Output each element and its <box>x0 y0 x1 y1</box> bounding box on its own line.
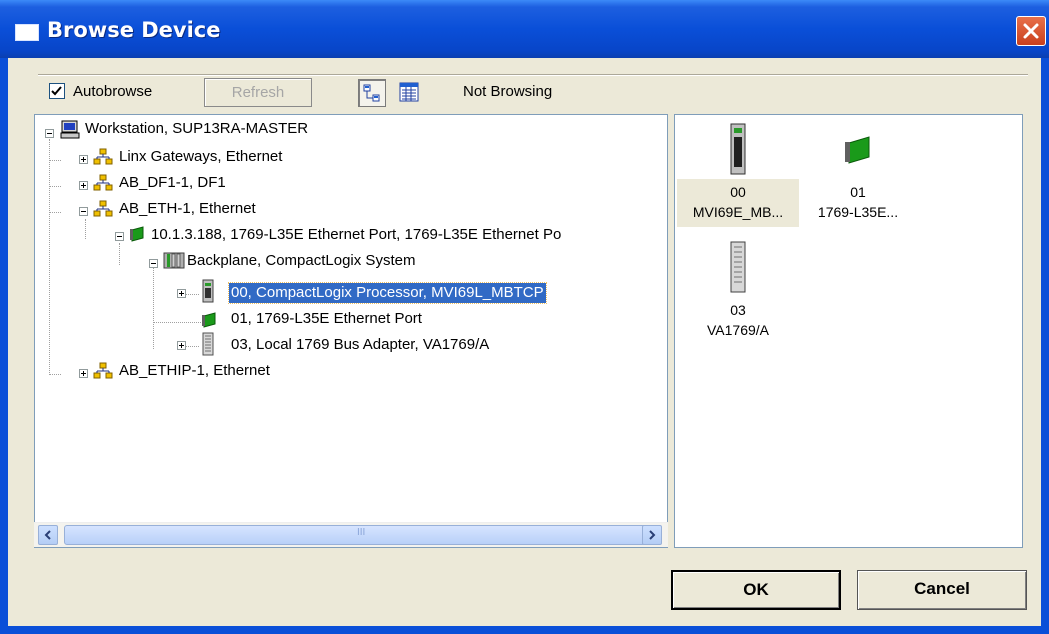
network-icon <box>93 148 113 165</box>
ethernet-card-icon <box>202 312 216 328</box>
tile-slot: 01 <box>850 184 866 200</box>
scroll-thumb[interactable]: III <box>64 525 648 545</box>
ethernet-card-icon <box>845 136 870 164</box>
tree-node-ethernet-port[interactable]: 10.1.3.188, 1769-L35E Ethernet Port, 176… <box>149 225 563 245</box>
checkmark-icon <box>51 86 62 96</box>
tile-slot: 00 <box>730 184 746 200</box>
tree-node-ab-ethip[interactable]: AB_ETHIP-1, Ethernet <box>117 361 272 381</box>
tile-name: VA1769/A <box>706 322 769 338</box>
device-tree[interactable]: Workstation, SUP13RA-MASTER Linx Gateway… <box>34 114 668 548</box>
autobrowse-checkbox[interactable] <box>49 83 65 99</box>
window-frame-left <box>0 58 8 634</box>
cancel-button[interactable]: Cancel <box>857 570 1027 610</box>
close-x-icon <box>1023 23 1039 39</box>
scroll-left-button[interactable] <box>38 525 58 545</box>
tree-node-backplane[interactable]: Backplane, CompactLogix System <box>185 251 417 271</box>
tree-line <box>153 267 154 349</box>
tree-line <box>49 160 61 161</box>
io-module-icon <box>730 241 746 293</box>
tree-line <box>153 322 201 323</box>
device-icon-view[interactable]: 00 MVI69E_MB... 01 1769-L35E... 03 VA176… <box>674 114 1023 548</box>
processor-module-icon <box>730 123 746 175</box>
network-icon <box>93 362 113 379</box>
icon-tile-00[interactable]: 00 MVI69E_MB... <box>677 123 799 229</box>
tree-node-ab-df1[interactable]: AB_DF1-1, DF1 <box>117 173 228 193</box>
scroll-right-button[interactable] <box>642 525 662 545</box>
toolbar-separator <box>38 74 1028 76</box>
list-view-button[interactable] <box>396 79 424 107</box>
expand-toggle[interactable] <box>177 289 186 298</box>
browse-status: Not Browsing <box>463 83 553 100</box>
tree-view-button[interactable] <box>358 79 386 107</box>
tile-name: 1769-L35E... <box>817 204 899 220</box>
tree-line <box>49 139 50 375</box>
ok-button[interactable]: OK <box>671 570 841 610</box>
tree-node-l35e-port[interactable]: 01, 1769-L35E Ethernet Port <box>229 309 424 329</box>
tree-line <box>85 219 86 239</box>
expand-toggle[interactable] <box>177 341 186 350</box>
ethernet-card-icon <box>130 226 144 242</box>
collapse-toggle[interactable] <box>149 259 158 268</box>
tree-node-ab-eth[interactable]: AB_ETH-1, Ethernet <box>117 199 258 219</box>
computer-icon <box>60 120 80 139</box>
scroll-grip: III <box>357 527 366 538</box>
expand-toggle[interactable] <box>79 181 88 190</box>
backplane-icon <box>163 252 185 269</box>
icon-tile-03[interactable]: 03 VA1769/A <box>677 241 799 347</box>
collapse-toggle[interactable] <box>45 129 54 138</box>
window-title: Browse Device <box>47 18 221 42</box>
tree-node-linx-gateways[interactable]: Linx Gateways, Ethernet <box>117 147 284 167</box>
title-bar[interactable]: Browse Device <box>0 0 1049 58</box>
tile-name: MVI69E_MB... <box>692 204 784 220</box>
scroll-left-icon <box>44 530 51 540</box>
tree-node-bus-adapter[interactable]: 03, Local 1769 Bus Adapter, VA1769/A <box>229 335 491 355</box>
tree-view-icon <box>363 84 380 102</box>
network-icon <box>93 174 113 191</box>
collapse-toggle[interactable] <box>115 232 124 241</box>
list-view-icon <box>399 82 419 102</box>
autobrowse-label[interactable]: Autobrowse <box>73 83 152 100</box>
io-module-icon <box>202 332 214 356</box>
tree-line <box>49 186 61 187</box>
tree-horizontal-scrollbar[interactable]: III <box>34 522 668 547</box>
icon-tile-01[interactable]: 01 1769-L35E... <box>803 123 913 229</box>
tree-line <box>119 243 120 265</box>
expand-toggle[interactable] <box>79 155 88 164</box>
processor-module-icon <box>202 279 214 303</box>
close-button[interactable] <box>1016 16 1046 46</box>
window-icon <box>15 24 39 41</box>
tree-line <box>49 374 61 375</box>
expand-toggle[interactable] <box>79 369 88 378</box>
window-frame-bottom <box>0 626 1049 634</box>
tile-slot: 03 <box>730 302 746 318</box>
tree-line <box>49 212 61 213</box>
network-icon <box>93 200 113 217</box>
window-frame-right <box>1041 58 1049 634</box>
scroll-right-icon <box>649 530 656 540</box>
refresh-button[interactable]: Refresh <box>204 78 312 107</box>
tree-node-workstation[interactable]: Workstation, SUP13RA-MASTER <box>83 119 310 139</box>
tree-node-processor[interactable]: 00, CompactLogix Processor, MVI69L_MBTCP <box>228 282 547 304</box>
collapse-toggle[interactable] <box>79 207 88 216</box>
